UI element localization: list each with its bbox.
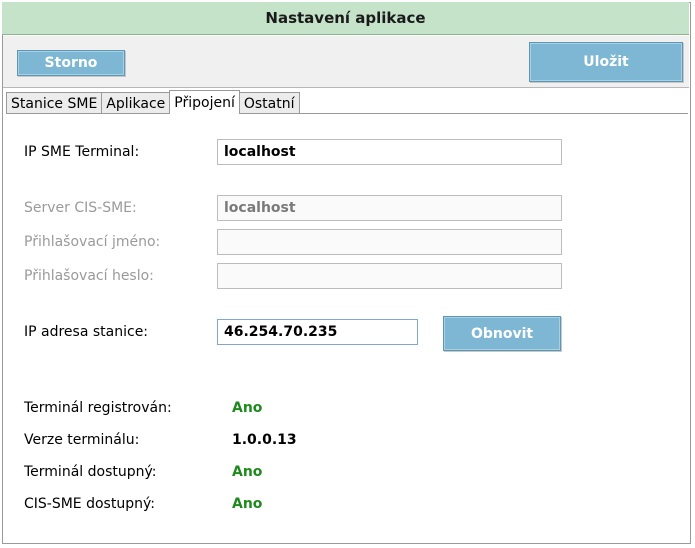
tab-aplikace[interactable]: Aplikace — [101, 92, 171, 114]
version-label: Verze terminálu: — [24, 432, 140, 448]
refresh-button[interactable]: Obnovit — [443, 316, 561, 351]
cis-available-value: Ano — [232, 496, 263, 512]
registered-value: Ano — [232, 400, 263, 416]
tab-ostatni[interactable]: Ostatní — [238, 92, 300, 114]
station-ip-label: IP adresa stanice: — [24, 324, 149, 340]
connection-panel: IP SME Terminal: localhost Server CIS-SM… — [6, 113, 688, 540]
server-label: Server CIS-SME: — [24, 200, 137, 216]
login-label: Přihlašovací jméno: — [24, 234, 161, 250]
window-title: Nastavení aplikace — [2, 2, 689, 35]
password-input[interactable] — [217, 263, 562, 289]
toolbar: Storno Uložit — [3, 36, 689, 88]
login-input[interactable] — [217, 229, 562, 255]
station-ip-input[interactable]: 46.254.70.235 — [217, 319, 418, 345]
cancel-button[interactable]: Storno — [17, 50, 125, 76]
version-value: 1.0.0.13 — [232, 432, 297, 448]
ip-terminal-label: IP SME Terminal: — [24, 144, 140, 160]
password-label: Přihlašovací heslo: — [24, 268, 154, 284]
server-input[interactable]: localhost — [217, 195, 562, 221]
registered-label: Terminál registrován: — [24, 400, 172, 416]
tab-bar: Stanice SME Aplikace Připojení Ostatní — [6, 90, 300, 114]
cis-available-label: CIS-SME dostupný: — [24, 496, 155, 512]
tab-stanice-sme[interactable]: Stanice SME — [6, 92, 103, 114]
tab-pripojeni[interactable]: Připojení — [169, 90, 240, 114]
available-value: Ano — [232, 464, 263, 480]
save-button[interactable]: Uložit — [529, 42, 683, 82]
ip-terminal-input[interactable]: localhost — [217, 139, 562, 165]
available-label: Terminál dostupný: — [24, 464, 157, 480]
